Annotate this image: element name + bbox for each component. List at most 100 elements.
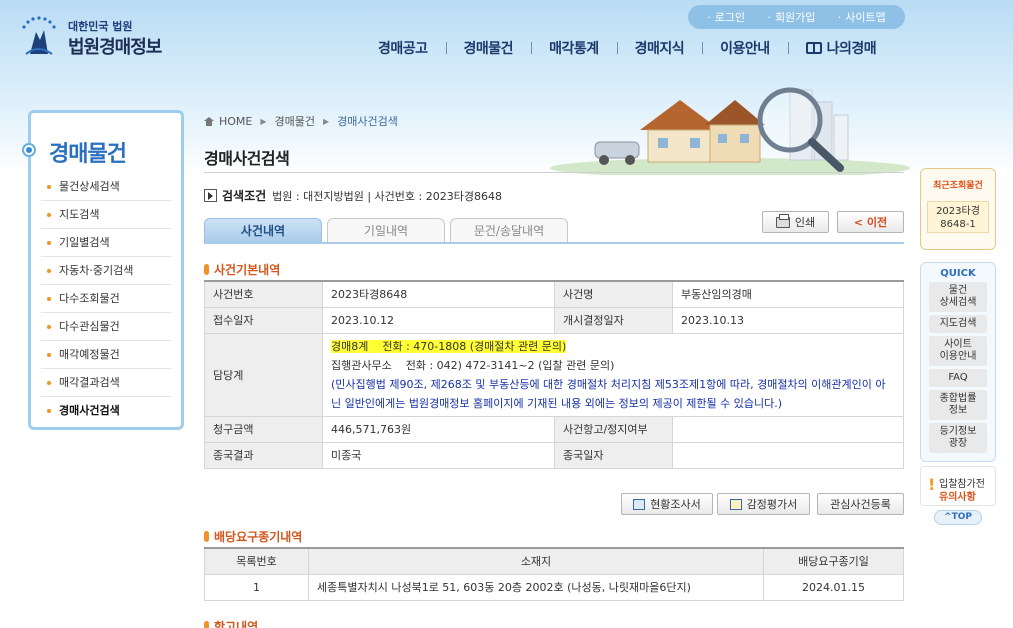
- survey-report-button[interactable]: 현황조사서: [621, 493, 713, 515]
- tab-case-details[interactable]: 사건내역: [204, 218, 322, 243]
- claim-value: 446,571,763원: [322, 415, 555, 443]
- document-icon: [633, 498, 646, 510]
- sidebar-item-scheduled-sale[interactable]: 매각예정물건: [41, 341, 171, 369]
- register-interest-button[interactable]: 관심사건등록: [817, 493, 904, 515]
- dept-value: 경매8계 전화 : 470-1808 (경매절차 관련 문의) 집행관사무소 전…: [322, 332, 904, 417]
- quick-registry-info[interactable]: 등기정보 광장: [929, 423, 987, 453]
- case-name-label: 사건명: [554, 280, 673, 308]
- page-title: 경매사건검색: [204, 149, 290, 168]
- claim-label: 청구금액: [204, 415, 323, 443]
- breadcrumb-auction-items[interactable]: 경매물건: [275, 113, 315, 129]
- location: 세종특별자치시 나성북1로 51, 603동 20층 2002호 (나성동, 나…: [308, 573, 764, 601]
- receipt-date-label: 접수일자: [204, 306, 323, 334]
- appeal-label: 사건항고/정지여부: [554, 415, 673, 443]
- tab-document-details[interactable]: 문건/송달내역: [450, 218, 568, 243]
- table-row: 접수일자 2023.10.12 개시결정일자 2023.10.13: [204, 306, 904, 334]
- quick-detail-search[interactable]: 물건 상세검색: [929, 282, 987, 312]
- chevron-right-icon: ▶: [323, 116, 330, 126]
- exclamation-icon: !: [928, 475, 936, 494]
- sidebar-item-case-search[interactable]: 경매사건검색: [41, 397, 171, 425]
- section-title-appeal: 항고내역: [204, 618, 258, 628]
- book-icon: [805, 42, 822, 54]
- end-date-label: 종국일자: [554, 441, 673, 469]
- appraisal-report-button[interactable]: 감정평가서: [717, 493, 810, 515]
- printer-icon: [775, 213, 790, 228]
- sidebar-title: 경매물건: [49, 142, 127, 167]
- section-title-dividend: 배당요구종기내역: [204, 528, 302, 545]
- divider: [204, 172, 904, 173]
- breadcrumb-home[interactable]: HOME: [219, 115, 252, 128]
- scroll-top-button[interactable]: ^TOP: [934, 510, 982, 525]
- quick-faq[interactable]: FAQ: [929, 369, 987, 387]
- chevron-right-icon: ▶: [260, 116, 267, 126]
- sidebar-item-vehicle-search[interactable]: 자동차·중기검색: [41, 257, 171, 285]
- sidebar-item-date-search[interactable]: 기일별검색: [41, 229, 171, 257]
- pencil-document-icon: [729, 498, 742, 510]
- breadcrumb-current: 경매사건검색: [337, 115, 398, 128]
- site-logo[interactable]: 대한민국 법원 법원경매정보: [18, 14, 178, 60]
- sidebar-bullet-icon: [22, 143, 36, 157]
- sidebar-item-most-interest[interactable]: 다수관심물건: [41, 313, 171, 341]
- tab-schedule-details[interactable]: 기일내역: [327, 218, 445, 243]
- recent-viewed-title: 최근조회물건: [933, 181, 983, 191]
- header-illustration: [550, 87, 910, 175]
- dept-bailiff-contact: 집행관사무소 전화 : 042) 472-3141~2 (입찰 관련 문의): [331, 358, 615, 372]
- sidebar-item-sale-result[interactable]: 매각결과검색: [41, 369, 171, 397]
- start-date-value: 2023.10.13: [672, 306, 904, 334]
- home-icon: [204, 116, 214, 126]
- bid-guide-line2: 유의사항: [939, 492, 976, 503]
- arrow-box-icon: [204, 189, 217, 202]
- main-navigation: 경매공고 경매물건 매각통계 경매지식 이용안내 나의경매: [360, 37, 894, 59]
- print-button[interactable]: 인쇄: [762, 211, 829, 233]
- quick-menu-title: QUICK: [940, 268, 976, 279]
- list-number: 1: [204, 573, 309, 601]
- dept-court-contact: 경매8계 전화 : 470-1808 (경매절차 관련 문의): [331, 339, 567, 353]
- column-header: 소재지: [308, 547, 764, 575]
- table-row: 종국결과 미종국 종국일자: [204, 441, 904, 469]
- quick-site-guide[interactable]: 사이트 이용안내: [929, 336, 987, 366]
- court-logo-icon: [22, 16, 56, 55]
- quick-legal-info[interactable]: 종합법률 정보: [929, 390, 987, 420]
- sidebar-item-most-viewed[interactable]: 다수조회물건: [41, 285, 171, 313]
- nav-auction-knowledge[interactable]: 경매지식: [616, 38, 703, 58]
- prev-button[interactable]: < 이전: [837, 211, 904, 233]
- column-header: 목록번호: [204, 547, 309, 575]
- logo-subtitle: 대한민국 법원: [68, 20, 133, 33]
- section-title-case-basic: 사건기본내역: [204, 261, 280, 278]
- search-condition-value: 법원 : 대전지방법원 | 사건번호 : 2023타경8648: [272, 189, 502, 203]
- table-row: 청구금액 446,571,763원 사건항고/정지여부: [204, 415, 904, 443]
- receipt-date-value: 2023.10.12: [322, 306, 555, 334]
- start-date-label: 개시결정일자: [554, 306, 673, 334]
- utility-bar: 로그인 회원가입 사이트맵: [688, 5, 905, 29]
- search-condition: 검색조건 법원 : 대전지방법원 | 사건번호 : 2023타경8648: [204, 187, 502, 204]
- nav-my-auction[interactable]: 나의경매: [787, 38, 895, 58]
- appraisal-report-label: 감정평가서: [746, 498, 798, 511]
- nav-auction-notice[interactable]: 경매공고: [360, 38, 446, 58]
- signup-link[interactable]: 회원가입: [767, 9, 815, 25]
- case-no-value: 2023타경8648: [322, 280, 555, 308]
- login-link[interactable]: 로그인: [707, 9, 745, 25]
- logo-title: 법원경매정보: [68, 37, 162, 58]
- sidebar-item-map-search[interactable]: 지도검색: [41, 201, 171, 229]
- search-condition-label: 검색조건: [222, 189, 267, 203]
- dividend-deadline: 2024.01.15: [763, 573, 904, 601]
- nav-sales-stats[interactable]: 매각통계: [531, 38, 617, 58]
- table-header-row: 목록번호 소재지 배당요구종기일: [204, 547, 904, 575]
- tab-underline: [204, 242, 904, 244]
- quick-menu: QUICK 물건 상세검색 지도검색 사이트 이용안내 FAQ 종합법률 정보 …: [920, 262, 996, 462]
- nav-auction-items[interactable]: 경매물건: [445, 38, 532, 58]
- recent-viewed-item[interactable]: 2023타경8648-1: [927, 201, 989, 233]
- nav-usage-guide[interactable]: 이용안내: [702, 38, 788, 58]
- recent-viewed-panel: 최근조회물건 2023타경8648-1: [920, 168, 996, 250]
- sitemap-link[interactable]: 사이트맵: [838, 9, 885, 25]
- quick-map-search[interactable]: 지도검색: [929, 315, 987, 333]
- case-name-value: 부동산임의경매: [672, 280, 904, 308]
- table-row: 사건번호 2023타경8648 사건명 부동산임의경매: [204, 280, 904, 308]
- case-no-label: 사건번호: [204, 280, 323, 308]
- sidebar-item-detail-search[interactable]: 물건상세검색: [41, 173, 171, 201]
- dividend-table: 목록번호 소재지 배당요구종기일 1 세종특별자치시 나성북1로 51, 603…: [204, 547, 904, 601]
- dept-notice: (민사집행법 제90조, 제268조 및 부동산등에 대한 경매절차 처리지침 …: [331, 377, 886, 410]
- breadcrumb: HOME ▶ 경매물건 ▶ 경매사건검색: [204, 113, 398, 129]
- print-button-label: 인쇄: [794, 216, 816, 229]
- bid-precautions-link[interactable]: ! 입찰참가전 유의사항: [920, 466, 996, 506]
